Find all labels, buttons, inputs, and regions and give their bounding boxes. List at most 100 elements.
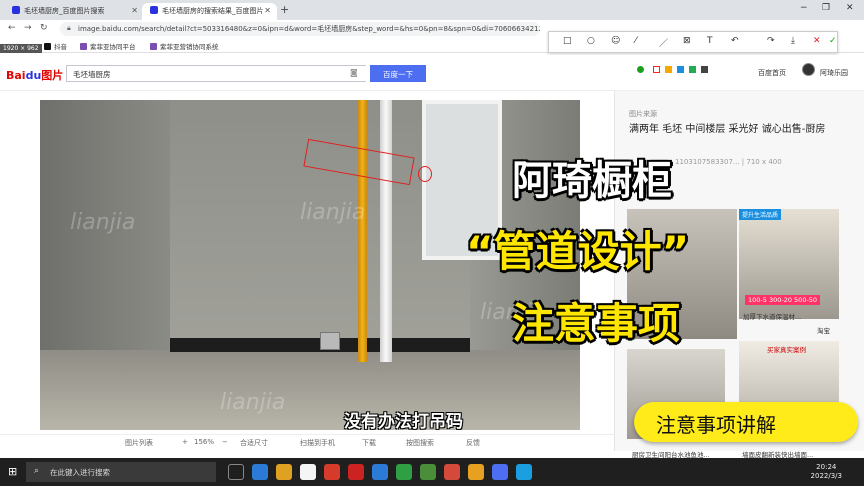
reload-icon[interactable]: ↻	[40, 23, 48, 33]
download-button[interactable]: 下载	[362, 438, 376, 448]
zifeiya-icon	[150, 43, 157, 50]
baidu-home-link[interactable]: 百度首页	[758, 68, 786, 78]
mosaic-tool-icon[interactable]: ⊠	[683, 36, 691, 46]
baidu-favicon-icon	[12, 6, 20, 14]
search-placeholder: 在此键入进行搜索	[50, 468, 110, 477]
watermark: lianjia	[300, 200, 366, 225]
camera-icon[interactable]: ◙	[350, 68, 358, 77]
wps-icon[interactable]	[444, 464, 460, 480]
color-swatch-blue[interactable]	[677, 66, 684, 73]
overlay-topic: “管道设计”	[466, 227, 690, 276]
douyin-icon	[44, 43, 51, 50]
overlay-brand: 阿琦橱柜	[512, 158, 672, 204]
edge-icon[interactable]	[252, 464, 268, 480]
baidu-favicon-icon	[150, 6, 158, 14]
task-view-icon[interactable]	[228, 464, 244, 480]
acrobat-icon[interactable]	[348, 464, 364, 480]
forward-arrow-icon[interactable]: →	[24, 23, 32, 33]
baidu-logo[interactable]: Baidu图片	[6, 67, 63, 83]
maximize-button[interactable]: ❐	[822, 3, 830, 13]
tab-image-detail[interactable]: 毛坯墙厨房的搜索结果_百度图片 ✕	[142, 3, 277, 20]
new-tab-button[interactable]: +	[280, 3, 289, 16]
bookmark-collab-platform[interactable]: 紫菲亚协同平台	[80, 41, 136, 51]
color-swatch-black[interactable]	[701, 66, 708, 73]
window-close-button[interactable]: ✕	[846, 3, 854, 13]
file-explorer-icon[interactable]	[276, 464, 292, 480]
color-swatch-teal[interactable]	[689, 66, 696, 73]
promo-tag: 提升生活品质	[739, 209, 782, 220]
system-clock[interactable]: 20:24 2022/3/3	[811, 463, 842, 481]
source-meta: 1103107583307... | 710 x 400	[675, 158, 782, 166]
zoom-level: 156%	[194, 438, 215, 446]
feedback-button[interactable]: 反馈	[466, 438, 480, 448]
zoom-out-button[interactable]: −	[222, 438, 228, 446]
app-icon[interactable]	[420, 464, 436, 480]
word-icon[interactable]	[372, 464, 388, 480]
lock-icon: 🔒︎	[67, 24, 71, 32]
tab-label: 毛坯墙厨房的搜索结果_百度图片	[162, 7, 264, 15]
cancel-icon[interactable]: ✕	[813, 36, 821, 46]
baidu-header: Baidu图片 毛坯墙厨房 ◙ 百度一下	[0, 55, 864, 91]
search-input[interactable]: 毛坯墙厨房	[66, 65, 366, 82]
emoji-tool-icon[interactable]: ☺	[611, 36, 620, 46]
search-by-image-button[interactable]: 按图搜索	[406, 438, 434, 448]
undo-icon[interactable]: ↶	[731, 36, 739, 46]
line-tool-icon[interactable]: ／	[659, 36, 668, 49]
color-swatch-orange[interactable]	[665, 66, 672, 73]
tab-bar: 毛坯墙厨房_百度图片搜索 ✕ 毛坯墙厨房的搜索结果_百度图片 ✕ + − ❐ ✕	[0, 0, 864, 20]
source-title-link[interactable]: 满两年 毛坯 中间楼层 采光好 诚心出售-厨房	[629, 123, 849, 137]
image-list-button[interactable]: 图片列表	[125, 438, 153, 448]
user-name-link[interactable]: 阿琦乐园	[820, 68, 848, 78]
color-swatch[interactable]	[624, 67, 629, 72]
source-label: 图片来源	[629, 110, 657, 118]
minimize-button[interactable]: −	[800, 3, 808, 13]
bookmark-label: 紫菲亚协同平台	[90, 43, 136, 51]
price-tag: 100-5 300-20 500-50	[745, 295, 821, 305]
store-icon[interactable]	[300, 464, 316, 480]
bookmark-marketing-system[interactable]: 紫菲亚营销协同系统	[150, 41, 219, 51]
url-bar[interactable]: 🔒︎ image.baidu.com/search/detail?ct=5033…	[60, 22, 540, 36]
windows-start-icon[interactable]: ⊞	[8, 465, 17, 478]
share-icon[interactable]: ↷	[767, 36, 775, 46]
viewer-toolbar: 图片列表 + 156% − 合适尺寸 扫描到手机 下载 按图搜索 反馈	[0, 434, 614, 451]
search-icon: ⌕	[34, 466, 40, 476]
search-button[interactable]: 百度一下	[370, 65, 426, 82]
gas-pipe	[358, 100, 367, 362]
app-icon[interactable]	[492, 464, 508, 480]
back-arrow-icon[interactable]: ←	[8, 23, 16, 33]
chrome-icon[interactable]	[468, 464, 484, 480]
rectangle-tool-icon[interactable]: □	[563, 36, 572, 46]
screen-size-badge: 1920 × 962	[0, 44, 42, 53]
windows-taskbar: ⊞ ⌕ 在此键入进行搜索 20:24 2022/3/3	[0, 458, 864, 486]
zoom-in-button[interactable]: +	[182, 438, 188, 446]
pen-tool-icon[interactable]: ⁄	[635, 36, 637, 46]
confirm-icon[interactable]: ✓	[829, 36, 837, 46]
color-swatch-green[interactable]	[637, 66, 644, 73]
watermark: lianjia	[220, 390, 286, 415]
office-icon[interactable]	[324, 464, 340, 480]
tab-image-search[interactable]: 毛坯墙厨房_百度图片搜索 ✕	[4, 3, 144, 20]
scan-to-phone-button[interactable]: 扫描到手机	[300, 438, 335, 448]
avatar[interactable]	[802, 63, 815, 76]
fit-size-button[interactable]: 合适尺寸	[240, 438, 268, 448]
clock-time: 20:24	[816, 463, 837, 471]
taskbar-search-input[interactable]: ⌕ 在此键入进行搜索	[26, 462, 216, 482]
bookmark-douyin[interactable]: 抖音	[44, 41, 67, 51]
color-swatch-red[interactable]	[653, 66, 660, 73]
app-icon[interactable]	[516, 464, 532, 480]
wechat-icon[interactable]	[396, 464, 412, 480]
case-tag: 买家真实案例	[767, 346, 806, 354]
overlay-notes: 注意事项	[512, 299, 681, 348]
text-tool-icon[interactable]: T	[707, 36, 713, 46]
logo-text: du	[25, 69, 42, 82]
save-icon[interactable]: ⤓	[791, 36, 795, 46]
clock-date: 2022/3/3	[810, 472, 842, 480]
overlay-pill-text: 注意事项讲解	[656, 413, 776, 437]
logo-text: 图片	[41, 69, 64, 82]
bookmark-label: 紫菲亚营销协同系统	[160, 43, 219, 51]
close-tab-icon[interactable]: ✕	[131, 6, 138, 15]
annotation-toolbar: □ ○ ☺ ⁄ ／ ⊠ T ↶ ↷ ⤓ ✕ ✓	[548, 31, 838, 53]
gas-meter	[320, 332, 340, 350]
close-tab-icon[interactable]: ✕	[264, 6, 271, 15]
ellipse-tool-icon[interactable]: ○	[587, 36, 595, 46]
